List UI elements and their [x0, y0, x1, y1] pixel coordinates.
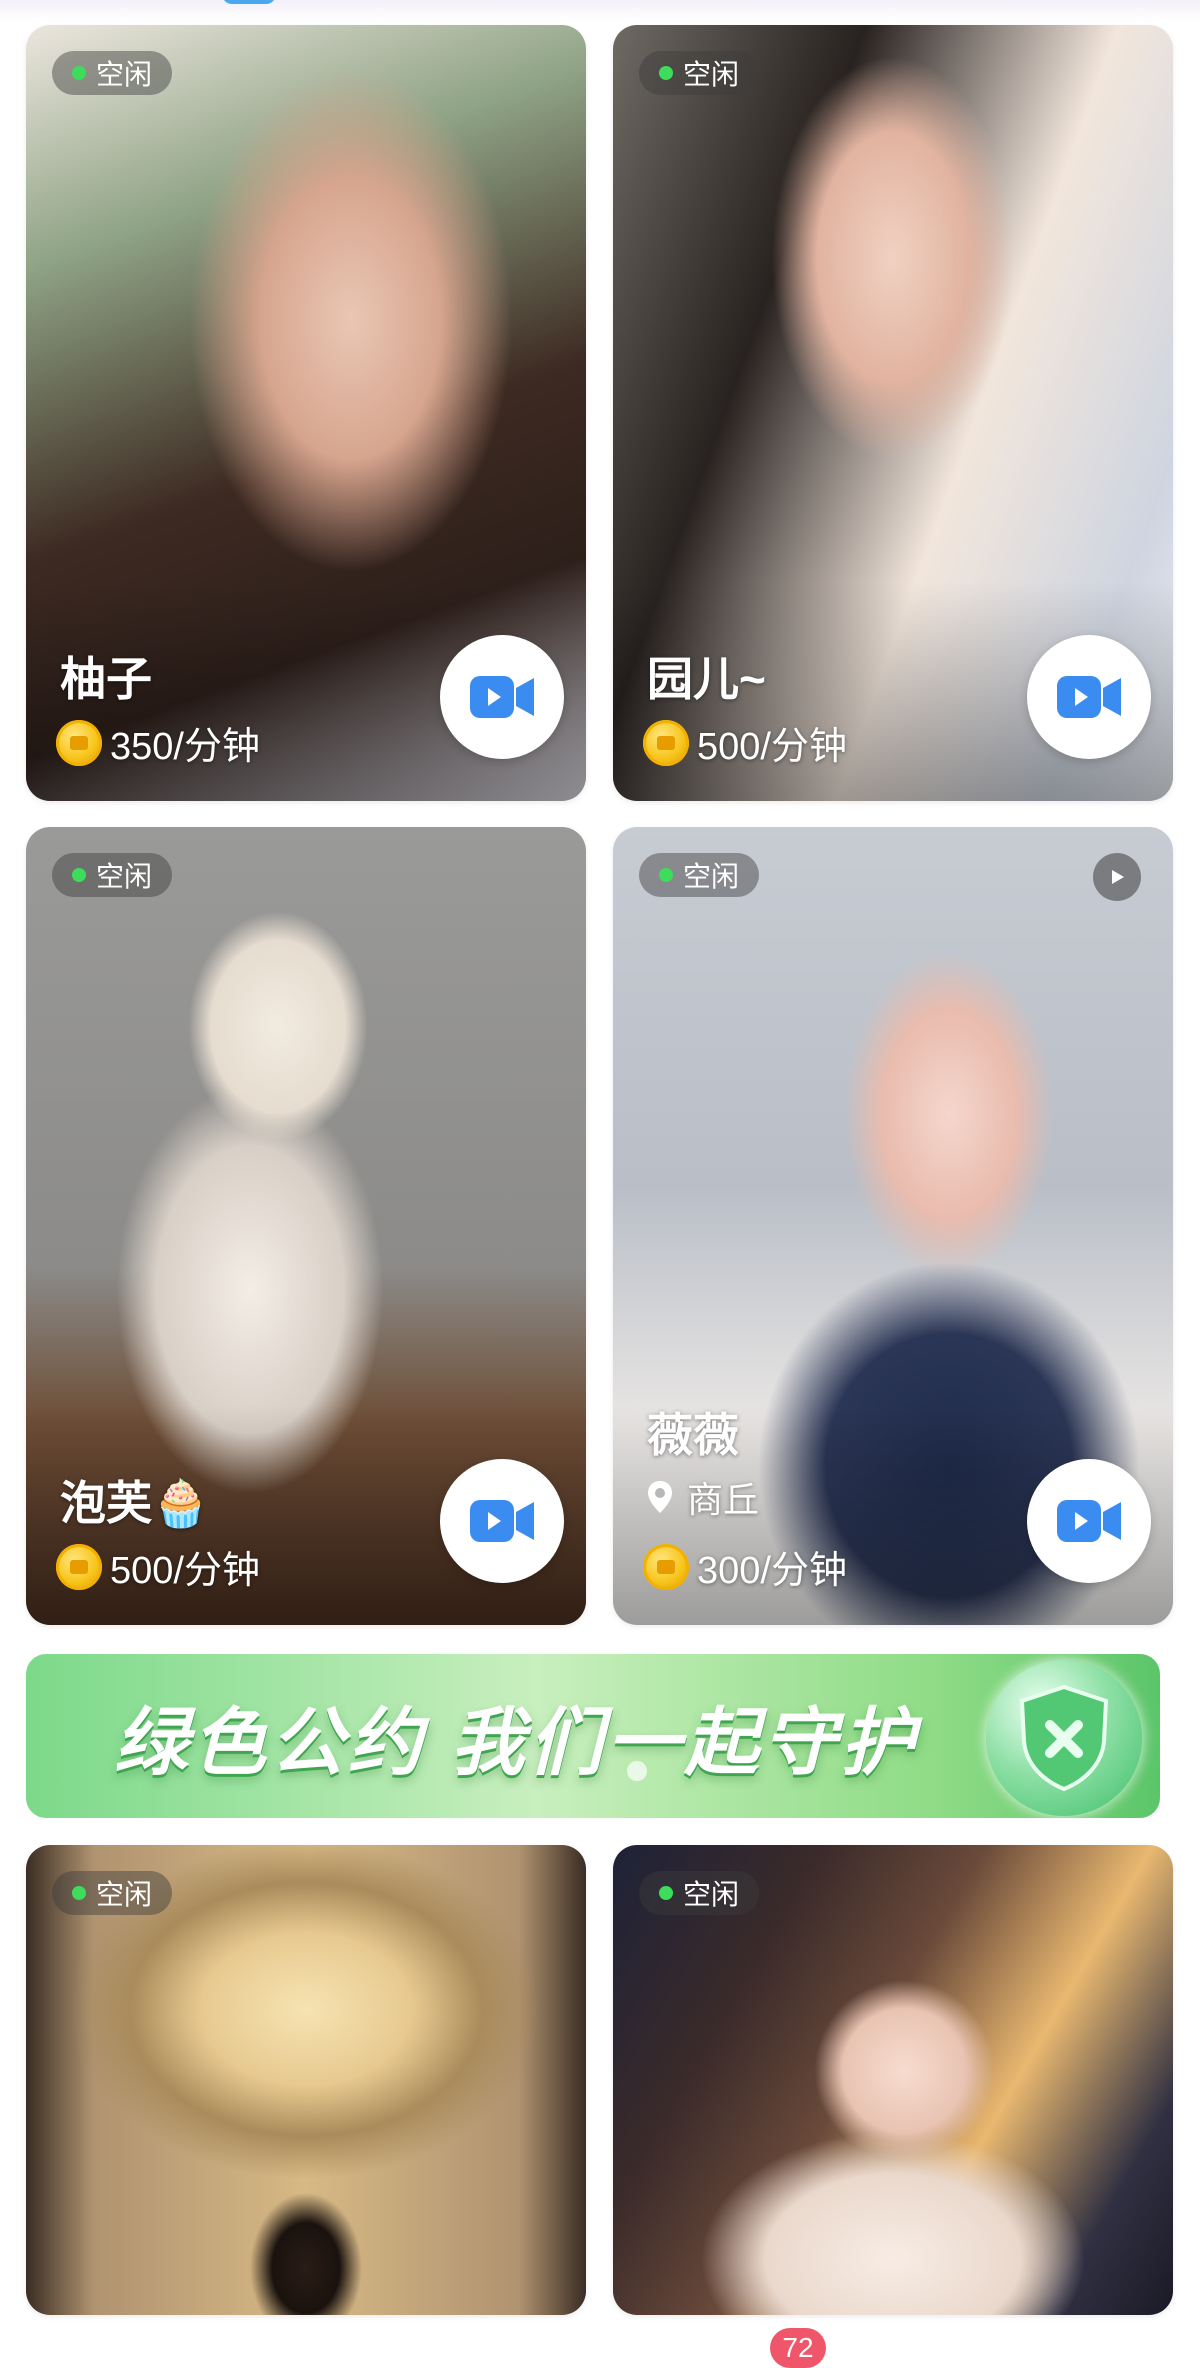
location-pin-icon [648, 1481, 672, 1513]
user-card[interactable]: 空闲 园儿~ 500/分钟 [613, 25, 1173, 801]
video-call-button[interactable] [440, 1459, 564, 1583]
online-dot-icon [659, 868, 673, 882]
online-dot-icon [72, 1886, 86, 1900]
video-call-icon [470, 1500, 534, 1542]
coin-icon [56, 1543, 102, 1590]
banner-pager-dot [627, 1761, 647, 1781]
status-badge: 空闲 [639, 51, 760, 95]
coin-icon [643, 719, 689, 766]
coin-icon [643, 1543, 689, 1590]
online-dot-icon [72, 868, 86, 882]
video-call-button[interactable] [440, 635, 564, 759]
video-call-button[interactable] [1027, 635, 1151, 759]
tab-indicator [222, 0, 276, 4]
user-photo [26, 1845, 586, 2315]
play-video-button[interactable] [1093, 853, 1141, 901]
online-dot-icon [659, 66, 673, 80]
user-card[interactable]: 空闲 柚子 350/分钟 [26, 25, 586, 801]
online-dot-icon [72, 66, 86, 80]
price-rate: 500/分钟 [56, 1539, 260, 1594]
banner-text: 绿色公约 我们一起守护 [114, 1700, 919, 1784]
status-badge: 空闲 [639, 853, 760, 897]
video-call-icon [470, 676, 534, 718]
price-rate: 500/分钟 [643, 715, 847, 770]
user-card[interactable]: 空闲 [26, 1845, 586, 2315]
user-card[interactable]: 空闲 [613, 1845, 1173, 2315]
shield-badge [986, 1660, 1142, 1816]
play-icon [1112, 870, 1124, 884]
status-badge: 空闲 [52, 51, 173, 95]
user-location: 商丘 [647, 1471, 759, 1523]
promo-banner[interactable]: 绿色公约 我们一起守护 [26, 1654, 1160, 1818]
status-badge: 空闲 [52, 853, 173, 897]
status-badge: 空闲 [52, 1871, 173, 1915]
price-rate: 300/分钟 [643, 1539, 847, 1594]
user-name: 园儿~ [647, 653, 766, 705]
video-call-icon [1057, 676, 1121, 718]
top-bar [0, 0, 1200, 22]
price-rate: 350/分钟 [56, 715, 260, 770]
user-name: 泡芙🧁 [60, 1477, 210, 1529]
online-dot-icon [659, 1886, 673, 1900]
user-name: 柚子 [60, 653, 152, 705]
video-call-button[interactable] [1027, 1459, 1151, 1583]
user-photo [613, 1845, 1173, 2315]
shield-icon [1019, 1684, 1109, 1792]
user-card[interactable]: 空闲 泡芙🧁 500/分钟 [26, 827, 586, 1625]
user-name: 薇薇 [647, 1409, 739, 1461]
user-card[interactable]: 空闲 薇薇 商丘 300/分钟 [613, 827, 1173, 1625]
status-badge: 空闲 [639, 1871, 760, 1915]
unread-count-badge: 72 [770, 2328, 826, 2368]
coin-icon [56, 719, 102, 766]
video-call-icon [1057, 1500, 1121, 1542]
